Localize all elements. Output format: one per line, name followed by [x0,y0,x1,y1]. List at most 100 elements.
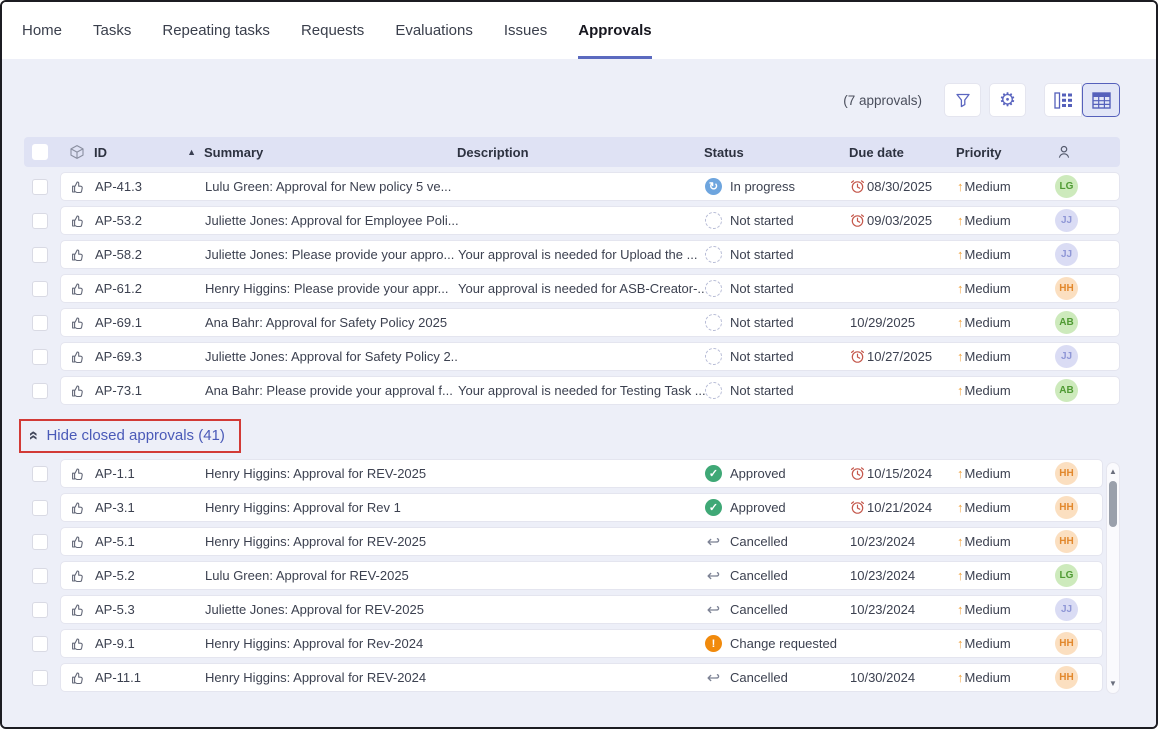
table-view-button[interactable] [1082,83,1120,117]
closed-approvals-list: AP-1.1 Henry Higgins: Approval for REV-2… [24,459,1120,692]
assignee-cell: JJ [1053,345,1119,368]
approval-card[interactable]: AP-3.1 Henry Higgins: Approval for Rev 1… [60,493,1103,522]
priority-cell: ↑ Medium [957,179,1053,194]
priority-label: Medium [965,534,1011,549]
due-date-value: 10/15/2024 [867,466,932,481]
row-checkbox[interactable] [32,636,48,652]
status-cell: Not started [705,314,850,331]
tab-repeating-tasks[interactable]: Repeating tasks [162,2,270,59]
approval-card[interactable]: AP-11.1 Henry Higgins: Approval for REV-… [60,663,1103,692]
approval-type-cell [61,281,95,297]
approval-card[interactable]: AP-5.3 Juliette Jones: Approval for REV-… [60,595,1103,624]
approval-card[interactable]: AP-61.2 Henry Higgins: Please provide yo… [60,274,1120,303]
assignee-cell: JJ [1053,209,1119,232]
row-checkbox[interactable] [32,281,48,297]
vertical-scrollbar[interactable]: ▲ ▼ [1106,462,1120,694]
row-checkbox[interactable] [32,534,48,550]
scroll-down-icon[interactable]: ▼ [1109,680,1117,693]
approval-type-cell [61,534,95,550]
approval-summary: Henry Higgins: Please provide your appr.… [205,281,458,296]
overdue-clock-icon [850,500,865,515]
approval-card[interactable]: AP-69.1 Ana Bahr: Approval for Safety Po… [60,308,1120,337]
status-label: Not started [730,213,794,228]
approval-row: AP-5.1 Henry Higgins: Approval for REV-2… [24,527,1120,556]
open-approvals-list: AP-41.3 Lulu Green: Approval for New pol… [24,172,1120,405]
tab-evaluations[interactable]: Evaluations [395,2,473,59]
approval-row: AP-69.3 Juliette Jones: Approval for Saf… [24,342,1120,371]
approval-card[interactable]: AP-5.2 Lulu Green: Approval for REV-2025… [60,561,1103,590]
status-label: Approved [730,466,786,481]
status-label: Cancelled [730,602,788,617]
approval-card[interactable]: AP-69.3 Juliette Jones: Approval for Saf… [60,342,1120,371]
tab-issues[interactable]: Issues [504,2,547,59]
row-checkbox[interactable] [32,466,48,482]
approvals-page: (7 approvals) ⚙ [2,59,1156,727]
row-checkbox[interactable] [32,568,48,584]
row-checkbox[interactable] [32,383,48,399]
due-date-value: 09/03/2025 [867,213,932,228]
filter-button[interactable] [944,83,981,117]
column-header-summary[interactable]: Summary [204,145,457,160]
status-label: Cancelled [730,568,788,583]
overdue-clock-icon [850,213,865,228]
approval-type-cell [61,247,95,263]
scroll-up-icon[interactable]: ▲ [1109,463,1117,476]
row-checkbox[interactable] [32,247,48,263]
avatar: HH [1055,530,1078,553]
due-date-cell: 10/15/2024 [850,466,957,481]
column-header-assignee [1052,144,1120,160]
status-cell: Not started [705,382,850,399]
row-checkbox[interactable] [32,602,48,618]
priority-up-arrow-icon: ↑ [957,602,964,617]
status-label: Approved [730,500,786,515]
settings-button[interactable]: ⚙ [989,83,1026,117]
tab-approvals[interactable]: Approvals [578,2,651,59]
hide-closed-approvals-link[interactable]: Hide closed approvals (41) [46,427,224,444]
approval-card[interactable]: AP-1.1 Henry Higgins: Approval for REV-2… [60,459,1103,488]
priority-cell: ↑ Medium [957,500,1053,515]
select-all-checkbox[interactable] [32,144,48,160]
column-header-description[interactable]: Description [457,145,704,160]
toolbar: (7 approvals) ⚙ [24,59,1120,117]
status-icon [705,635,722,652]
approval-card[interactable]: AP-53.2 Juliette Jones: Approval for Emp… [60,206,1120,235]
priority-label: Medium [965,602,1011,617]
row-checkbox-cell [24,213,60,229]
column-header-priority[interactable]: Priority [956,145,1052,160]
status-icon [705,178,722,195]
priority-label: Medium [965,179,1011,194]
cube-icon [69,144,85,160]
row-checkbox[interactable] [32,500,48,516]
approval-card[interactable]: AP-5.1 Henry Higgins: Approval for REV-2… [60,527,1103,556]
approval-row: AP-11.1 Henry Higgins: Approval for REV-… [24,663,1120,692]
status-icon [705,533,722,550]
status-cell: Not started [705,348,850,365]
avatar: HH [1055,496,1078,519]
row-checkbox[interactable] [32,315,48,331]
tab-home[interactable]: Home [22,2,62,59]
column-header-due-date[interactable]: Due date [849,145,956,160]
assignee-cell: LG [1053,175,1119,198]
approval-id: AP-53.2 [95,213,205,228]
status-label: Cancelled [730,534,788,549]
status-cell: Not started [705,246,850,263]
approval-card[interactable]: AP-73.1 Ana Bahr: Please provide your ap… [60,376,1120,405]
tab-tasks[interactable]: Tasks [93,2,131,59]
approval-card[interactable]: AP-58.2 Juliette Jones: Please provide y… [60,240,1120,269]
tab-requests[interactable]: Requests [301,2,364,59]
avatar: LG [1055,564,1078,587]
due-date-value: 10/30/2024 [850,670,915,685]
column-header-id[interactable]: ID ▲ [94,145,204,160]
approval-id: AP-5.2 [95,568,205,583]
scrollbar-thumb[interactable] [1109,481,1117,527]
approval-card[interactable]: AP-41.3 Lulu Green: Approval for New pol… [60,172,1120,201]
row-checkbox[interactable] [32,179,48,195]
row-checkbox[interactable] [32,349,48,365]
column-header-status[interactable]: Status [704,145,849,160]
approval-card[interactable]: AP-9.1 Henry Higgins: Approval for Rev-2… [60,629,1103,658]
row-checkbox[interactable] [32,670,48,686]
row-checkbox[interactable] [32,213,48,229]
row-checkbox-cell [24,179,60,195]
board-view-button[interactable] [1044,83,1082,117]
avatar: JJ [1055,243,1078,266]
